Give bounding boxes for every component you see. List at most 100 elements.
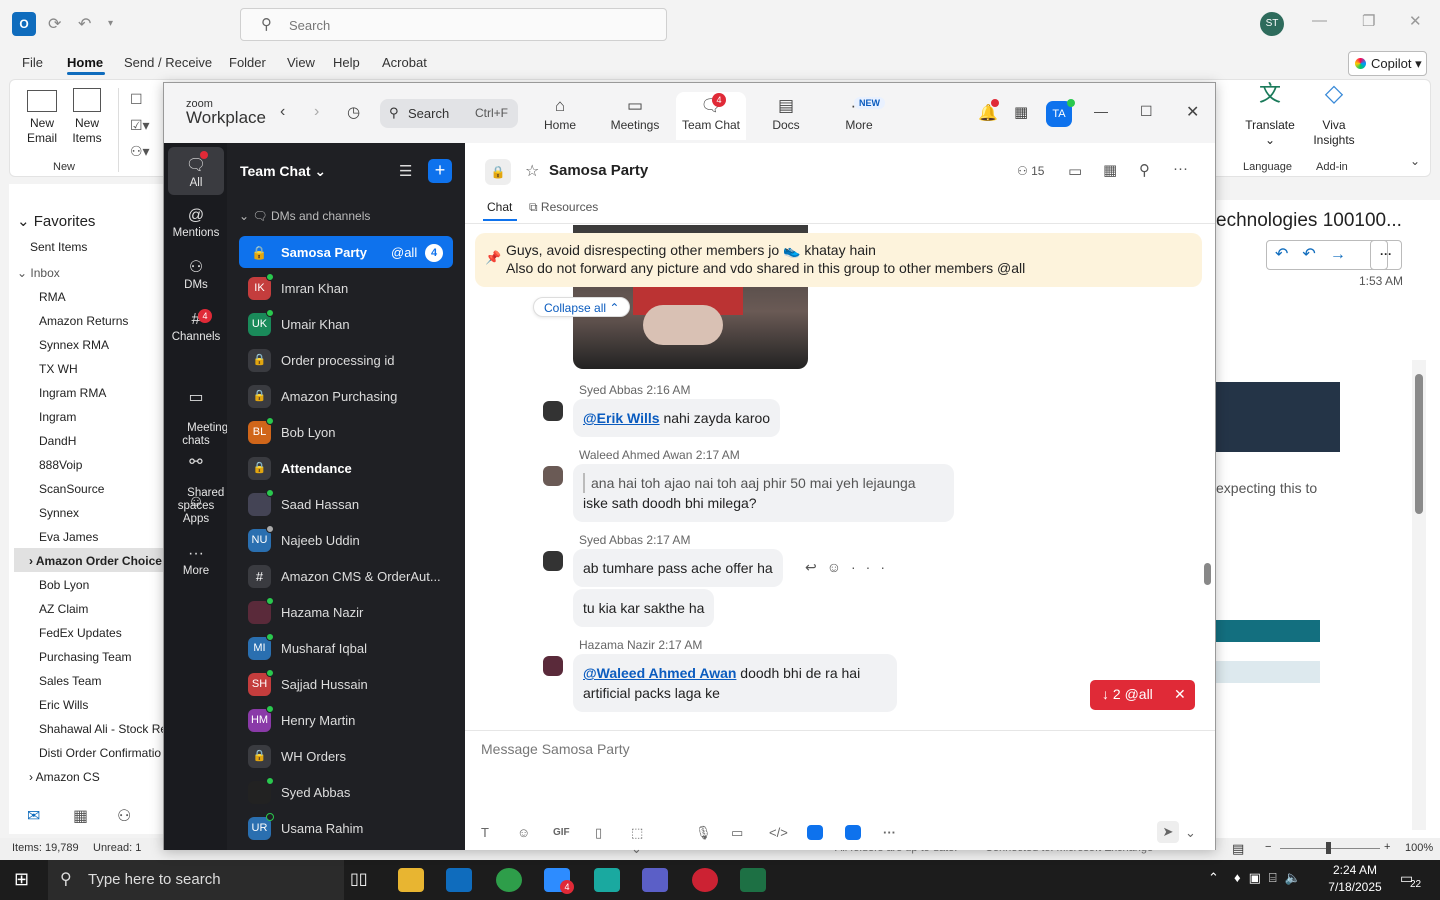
folder-item[interactable]: Sent Items	[30, 240, 87, 254]
rail-more[interactable]: ··· More	[168, 543, 224, 578]
mail-nav-icon[interactable]: ✉	[27, 806, 40, 826]
message-author[interactable]: Waleed Ahmed Awan	[579, 448, 692, 462]
folder-item[interactable]: Eva James	[39, 530, 98, 544]
list-item[interactable]: UR Usama Rahim	[239, 812, 453, 844]
forward-arrow-icon[interactable]: ›	[314, 103, 319, 121]
message-author[interactable]: Hazama Nazir	[579, 638, 655, 652]
zoom-slider-thumb[interactable]	[1326, 842, 1331, 854]
teams-icon[interactable]	[642, 868, 668, 892]
minimize-icon[interactable]: —	[1094, 103, 1108, 119]
back-arrow-icon[interactable]: ‹	[280, 103, 285, 121]
unread-mentions-pill[interactable]: ↓ 2 @all ✕	[1090, 680, 1195, 710]
history-icon[interactable]: ◷	[347, 103, 360, 121]
list-item[interactable]: SH Sajjad Hussain	[239, 668, 453, 700]
list-item[interactable]: Syed Abbas	[239, 776, 453, 808]
filter-icon[interactable]: ☰	[399, 162, 412, 180]
excel-icon[interactable]	[740, 868, 766, 892]
tab-docs[interactable]: ▤ Docs	[751, 92, 821, 140]
video-call-icon[interactable]: ▭	[1068, 162, 1082, 180]
list-item[interactable]: BL Bob Lyon	[239, 416, 453, 448]
send-options-chevron-icon[interactable]: ⌄	[1185, 825, 1196, 841]
new-email-button[interactable]: New Email	[22, 90, 62, 146]
zoom-in-icon[interactable]: +	[1384, 841, 1390, 853]
close-icon[interactable]: ✕	[1186, 102, 1199, 122]
folder-item[interactable]: ScanSource	[39, 482, 104, 496]
folder-item[interactable]: Ingram RMA	[39, 386, 106, 400]
video-message-icon[interactable]: ▭	[731, 825, 743, 841]
folder-item[interactable]: Eric Wills	[39, 698, 88, 712]
calendar-icon[interactable]: ▦	[1103, 161, 1117, 179]
menu-acrobat[interactable]: Acrobat	[382, 55, 427, 70]
ribbon-small-icons[interactable]: ☐ ☑▾ ⚇▾	[130, 86, 150, 164]
scroll-thumb[interactable]	[1415, 374, 1423, 514]
task-view-icon[interactable]: ▯▯	[350, 869, 368, 889]
avatar[interactable]	[543, 551, 563, 571]
message-composer-input[interactable]: Message Samosa Party	[481, 741, 630, 757]
format-text-icon[interactable]: T	[481, 825, 489, 840]
section-header[interactable]: ⌄ 🗨 DMs and channels	[239, 209, 370, 223]
message-hover-actions[interactable]: ↩☺···	[805, 559, 895, 576]
tab-chat[interactable]: Chat	[487, 200, 512, 214]
rail-channels[interactable]: # 4 Channels	[168, 309, 224, 344]
collapse-all-button[interactable]: Collapse all ⌃	[533, 297, 631, 317]
members-count[interactable]: ⚇ 15	[1017, 164, 1044, 178]
list-item[interactable]: UK Umair Khan	[239, 308, 453, 340]
copilot-button[interactable]: Copilot ▾	[1348, 51, 1427, 76]
ribbon-expand-chevron-icon[interactable]: ⌄	[1410, 154, 1420, 168]
more-options-icon[interactable]: ···	[1173, 160, 1188, 177]
folder-item[interactable]: TX WH	[39, 362, 78, 376]
zoom-out-icon[interactable]: −	[1265, 841, 1271, 853]
message-author[interactable]: Syed Abbas	[579, 383, 643, 397]
more-actions-icon[interactable]: ···	[1370, 240, 1402, 270]
file-icon[interactable]: ▯	[595, 825, 602, 841]
pinned-message[interactable]: 📌 Guys, avoid disrespecting other member…	[475, 233, 1202, 287]
zoom-search-input[interactable]: ⚲ Search Ctrl+F	[380, 99, 518, 128]
list-item[interactable]: 🔒 Order processing id	[239, 344, 453, 376]
folder-item[interactable]: DandH	[39, 434, 76, 448]
tab-team-chat[interactable]: 🗨 4 Team Chat	[676, 92, 746, 140]
folder-item[interactable]: Amazon Returns	[39, 314, 128, 328]
tab-more[interactable]: ··· NEW More	[824, 92, 894, 140]
quick-access-chevron-icon[interactable]: ▾	[108, 18, 113, 29]
message-bubble[interactable]: ab tumhare pass ache offer ha	[573, 549, 783, 587]
calendar-nav-icon[interactable]: ▦	[73, 806, 88, 826]
folder-item[interactable]: Shahawal Ali - Stock Re	[39, 722, 164, 736]
viva-insights-button[interactable]: ◇ Viva Insights	[1310, 82, 1358, 148]
calendar-icon[interactable]: ▦	[1014, 103, 1028, 121]
maximize-icon[interactable]: ☐	[1140, 103, 1153, 120]
windows-start-icon[interactable]: ⊞	[14, 869, 29, 890]
minimize-icon[interactable]: —	[1312, 12, 1327, 29]
menu-home[interactable]: Home	[67, 55, 103, 70]
menu-send-receive[interactable]: Send / Receive	[124, 55, 212, 70]
menu-file[interactable]: File	[22, 55, 43, 70]
folder-item[interactable]: › Amazon CS	[29, 770, 100, 784]
list-header[interactable]: Team Chat ⌄	[240, 163, 326, 180]
favorites-header[interactable]: ⌄ Favorites	[17, 212, 95, 230]
reading-scrollbar[interactable]	[1412, 360, 1426, 830]
menu-view[interactable]: View	[287, 55, 315, 70]
people-nav-icon[interactable]: ⚇	[117, 806, 131, 826]
message-bubble[interactable]: tu kia kar sakthe ha	[573, 589, 715, 627]
menu-help[interactable]: Help	[333, 55, 360, 70]
channel-title[interactable]: Samosa Party	[549, 162, 648, 179]
rail-all[interactable]: 🗨 All	[168, 147, 224, 195]
folder-item[interactable]: AZ Claim	[39, 602, 88, 616]
menu-folder[interactable]: Folder	[229, 55, 266, 70]
list-item[interactable]: 🔒 Attendance	[239, 452, 453, 484]
tab-resources[interactable]: ⧉ Resources	[529, 200, 598, 215]
zoom-taskbar-icon[interactable]: 4	[544, 868, 574, 894]
close-icon[interactable]: ✕	[1409, 12, 1422, 30]
list-item[interactable]: MI Musharaf Iqbal	[239, 632, 453, 664]
new-chat-button[interactable]: +	[428, 159, 452, 183]
more-icon[interactable]: ···	[883, 825, 896, 840]
rail-dms[interactable]: ⚇ DMs	[168, 257, 224, 292]
avatar[interactable]	[543, 656, 563, 676]
outlook-taskbar-icon[interactable]	[446, 868, 472, 892]
mention-link[interactable]: @Erik Wills	[583, 410, 660, 426]
folder-item[interactable]: 888Voip	[39, 458, 82, 472]
mic-icon[interactable]: 🎙	[695, 825, 712, 841]
clock-date[interactable]: 7/18/2025	[1325, 880, 1385, 894]
restore-icon[interactable]: ❐	[1362, 12, 1375, 30]
outlook-avatar[interactable]: ST	[1260, 12, 1284, 36]
list-item[interactable]: Saad Hassan	[239, 488, 453, 520]
